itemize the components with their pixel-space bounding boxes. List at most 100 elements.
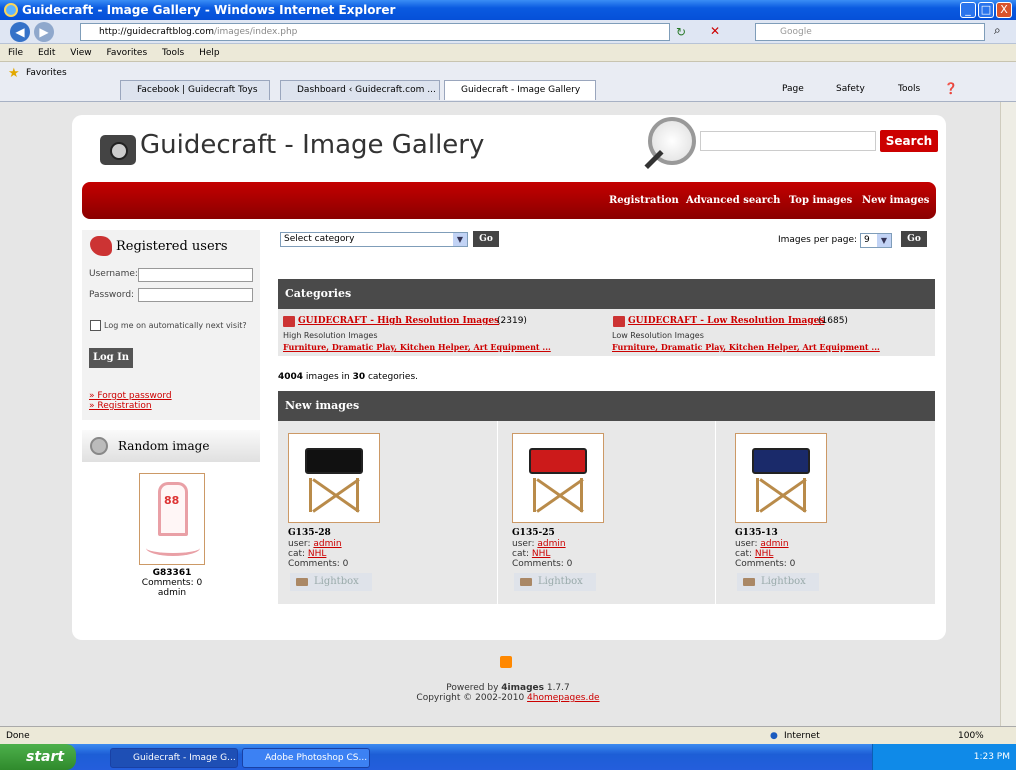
menu-view[interactable]: View (70, 48, 91, 58)
random-image-name[interactable]: G83361 (110, 568, 234, 578)
vertical-scrollbar[interactable] (1000, 102, 1016, 726)
images-summary: 4004 images in 30 categories. (278, 372, 418, 382)
auto-login-label: Log me on automatically next visit? (104, 321, 247, 330)
footer-version: 1.7.7 (543, 683, 570, 693)
image-thumbnail[interactable] (512, 433, 604, 523)
menu-bar: File Edit View Favorites Tools Help (0, 44, 1016, 62)
nav-registration[interactable]: Registration (609, 195, 679, 206)
category-subs-low-res[interactable]: Furniture, Dramatic Play, Kitchen Helper… (612, 342, 880, 352)
chair-legs (309, 478, 359, 512)
window-title: Guidecraft - Image Gallery - Windows Int… (22, 3, 396, 17)
lightbox-button[interactable]: Lightbox (290, 573, 372, 591)
command-safety[interactable]: Safety (836, 84, 865, 94)
forgot-password-link[interactable]: » Forgot password (89, 391, 172, 401)
menu-edit[interactable]: Edit (38, 48, 55, 58)
image-thumbnail[interactable] (735, 433, 827, 523)
footer-link[interactable]: 4homepages.de (527, 693, 600, 703)
image-thumbnail[interactable] (288, 433, 380, 523)
stop-icon[interactable]: ✕ (710, 24, 720, 38)
auto-login-checkbox[interactable] (90, 320, 101, 331)
image-cat-link[interactable]: NHL (755, 549, 774, 559)
image-title[interactable]: G135-13 (735, 528, 778, 538)
image-user-link[interactable]: admin (760, 539, 788, 549)
nav-advanced-search[interactable]: Advanced search (686, 195, 780, 206)
category-link-low-res[interactable]: GUIDECRAFT - Low Resolution Images (628, 316, 824, 326)
menu-tools[interactable]: Tools (162, 48, 184, 58)
username-field[interactable] (138, 268, 253, 282)
forward-icon[interactable]: ▶ (34, 22, 54, 42)
tab-facebook[interactable]: Facebook | Guidecraft Toys (120, 80, 270, 100)
category-go-button[interactable]: Go (473, 231, 499, 247)
random-image-thumbnail[interactable]: 88 (139, 473, 205, 565)
address-domain: http://guidecraftblog.com (99, 27, 214, 37)
maximize-button[interactable]: □ (978, 2, 994, 18)
nav-new-images[interactable]: New images (862, 195, 929, 206)
lightbox-button[interactable]: Lightbox (737, 573, 819, 591)
category-link-high-res[interactable]: GUIDECRAFT - High Resolution Images (298, 316, 499, 326)
menu-file[interactable]: File (8, 48, 23, 58)
image-user-link[interactable]: admin (313, 539, 341, 549)
search-icon[interactable]: ⌕ (994, 23, 1001, 38)
chair-back (752, 448, 810, 474)
system-tray: 1:23 PM (872, 744, 1016, 770)
categories-header: Categories (278, 279, 935, 309)
image-cat-link[interactable]: NHL (532, 549, 551, 559)
taskbar-item-photoshop[interactable]: Adobe Photoshop CS... (242, 748, 370, 768)
book-icon (283, 316, 295, 327)
globe-icon: ● (770, 731, 778, 741)
cat-label: cat: (512, 549, 530, 559)
random-image-user: admin (157, 588, 187, 598)
rss-icon[interactable] (500, 656, 512, 668)
back-icon[interactable]: ◀ (10, 22, 30, 42)
user-label: user: (512, 539, 535, 549)
taskbar-item-ie[interactable]: Guidecraft - Image G... (110, 748, 238, 768)
status-zone: Internet (784, 731, 820, 741)
minimize-button[interactable]: _ (960, 2, 976, 18)
per-page-go-button[interactable]: Go (901, 231, 927, 247)
cat-label: cat: (735, 549, 753, 559)
password-field[interactable] (138, 288, 253, 302)
category-select[interactable]: Select category (280, 232, 468, 247)
image-title[interactable]: G135-25 (512, 528, 555, 538)
window-title-bar: Guidecraft - Image Gallery - Windows Int… (0, 0, 1016, 20)
tab-bar: ★ Favorites Facebook | Guidecraft Toys D… (0, 62, 1016, 102)
address-bar-row: ◀ ▶ http://guidecraftblog.com/images/ind… (0, 20, 1016, 44)
login-button[interactable]: Log In (89, 348, 133, 368)
summary-category-count: 30 (352, 372, 366, 382)
tab-image-gallery[interactable]: Guidecraft - Image Gallery (444, 80, 596, 100)
password-label: Password: (89, 290, 135, 300)
chair-legs (756, 478, 806, 512)
command-tools[interactable]: Tools (898, 84, 920, 94)
close-button[interactable]: X (996, 2, 1012, 18)
tab-dashboard[interactable]: Dashboard ‹ Guidecraft.com ... (280, 80, 440, 100)
category-desc-high-res: High Resolution Images (283, 331, 378, 340)
nav-top-images[interactable]: Top images (789, 195, 852, 206)
menu-help[interactable]: Help (199, 48, 220, 58)
image-cat-link[interactable]: NHL (308, 549, 327, 559)
image-meta: user: admin cat: NHL Comments: 0 (512, 539, 572, 569)
per-page-label: Images per page: (778, 235, 858, 245)
site-search-button[interactable]: Search (880, 130, 938, 152)
camera-logo-icon (100, 135, 136, 165)
favorites-button[interactable]: Favorites (26, 68, 67, 78)
command-page[interactable]: Page (782, 84, 804, 94)
category-subs-high-res[interactable]: Furniture, Dramatic Play, Kitchen Helper… (283, 342, 551, 352)
category-desc-low-res: Low Resolution Images (612, 331, 704, 340)
registration-link[interactable]: » Registration (89, 401, 152, 411)
random-image-title: Random image (118, 439, 210, 453)
chevron-down-icon[interactable]: ▼ (877, 234, 891, 247)
chevron-down-icon[interactable]: ▼ (453, 233, 467, 246)
random-image-comments: Comments: 0 (141, 578, 203, 588)
image-user-link[interactable]: admin (537, 539, 565, 549)
refresh-icon[interactable]: ↻ (676, 25, 686, 39)
menu-favorites[interactable]: Favorites (106, 48, 147, 58)
help-icon[interactable]: ❓ (944, 82, 958, 95)
browser-search-input[interactable]: Google (755, 23, 985, 41)
image-title[interactable]: G135-28 (288, 528, 331, 538)
zoom-level[interactable]: 100% (958, 727, 984, 745)
summary-image-count: 4004 (278, 372, 304, 382)
address-input[interactable]: http://guidecraftblog.com/images/index.p… (80, 23, 670, 41)
lightbox-button[interactable]: Lightbox (514, 573, 596, 591)
site-search-input[interactable] (700, 131, 876, 151)
start-button[interactable]: start (0, 744, 76, 770)
